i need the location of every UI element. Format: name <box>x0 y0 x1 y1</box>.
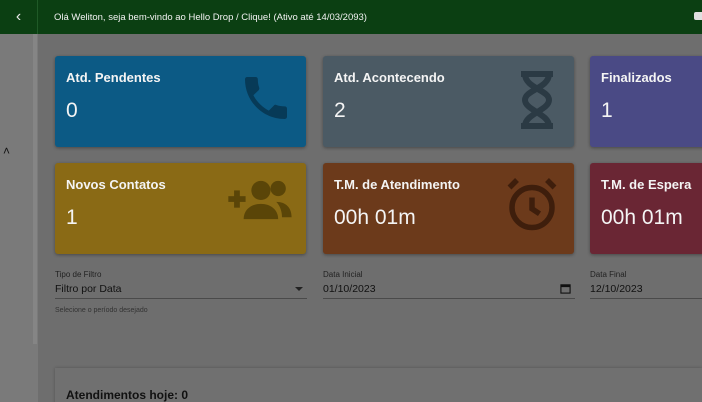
today-title: Atendimentos hoje: 0 <box>66 388 189 402</box>
card-atd-pendentes[interactable]: Atd. Pendentes 0 <box>55 56 306 147</box>
card-atd-acontecendo[interactable]: Atd. Acontecendo 2 <box>323 56 574 147</box>
card-title: T.M. de Espera <box>601 177 692 192</box>
card-tm-espera[interactable]: T.M. de Espera 00h 01m <box>590 163 702 254</box>
start-date-value: 01/10/2023 <box>323 283 376 295</box>
chevron-up-icon[interactable]: ˄ <box>3 144 10 158</box>
dashboard-main: Atd. Pendentes 0 Atd. Acontecendo 2 Fina… <box>38 34 702 402</box>
card-finalizados[interactable]: Finalizados 1 <box>590 56 702 147</box>
start-date-input[interactable]: 01/10/2023 <box>323 283 575 299</box>
filter-type-select[interactable]: Tipo de Filtro Filtro por Data <box>55 270 307 299</box>
today-panel: Atendimentos hoje: 0 <box>55 368 702 402</box>
card-novos-contatos[interactable]: Novos Contatos 1 <box>55 163 306 254</box>
filter-type-selected: Filtro por Data <box>55 283 122 295</box>
phone-icon <box>245 77 287 119</box>
sidebar-scrollbar[interactable] <box>33 34 37 344</box>
welcome-message: Olá Weliton, seja bem-vindo ao Hello Dro… <box>54 11 367 23</box>
card-value: 0 <box>66 99 78 122</box>
card-title: Atd. Acontecendo <box>334 70 445 85</box>
card-title: Finalizados <box>601 70 672 85</box>
filter-type-hint: Selecione o período desejado <box>55 307 148 314</box>
chevron-left-icon: ‹ <box>15 8 22 25</box>
add-group-icon <box>228 180 292 220</box>
card-value: 2 <box>334 99 346 122</box>
collapse-sidebar-button[interactable]: ‹ <box>0 0 38 34</box>
card-title: T.M. de Atendimento <box>334 177 460 192</box>
end-date-field[interactable]: Data Final 12/10/2023 <box>590 270 702 299</box>
top-bar: ‹ Olá Weliton, seja bem-vindo ao Hello D… <box>0 0 702 34</box>
extension-icon[interactable] <box>694 12 702 20</box>
end-date-label: Data Final <box>590 270 627 279</box>
sidebar: ˄ <box>0 34 38 402</box>
card-title: Atd. Pendentes <box>66 70 161 85</box>
filter-type-value[interactable]: Filtro por Data <box>55 283 307 299</box>
card-title: Novos Contatos <box>66 177 166 192</box>
card-value: 1 <box>601 99 613 122</box>
dropdown-arrow-icon[interactable] <box>295 287 303 291</box>
end-date-input[interactable]: 12/10/2023 <box>590 283 702 299</box>
card-value: 1 <box>66 206 78 229</box>
calendar-icon[interactable] <box>560 283 571 294</box>
alarm-clock-icon <box>507 178 557 231</box>
start-date-label: Data Inicial <box>323 270 363 279</box>
hourglass-icon <box>521 71 553 129</box>
filter-type-label: Tipo de Filtro <box>55 270 102 279</box>
card-tm-atendimento[interactable]: T.M. de Atendimento 00h 01m <box>323 163 574 254</box>
end-date-value: 12/10/2023 <box>590 283 643 295</box>
start-date-field[interactable]: Data Inicial 01/10/2023 <box>323 270 575 299</box>
card-value: 00h 01m <box>601 206 683 229</box>
card-value: 00h 01m <box>334 206 416 229</box>
